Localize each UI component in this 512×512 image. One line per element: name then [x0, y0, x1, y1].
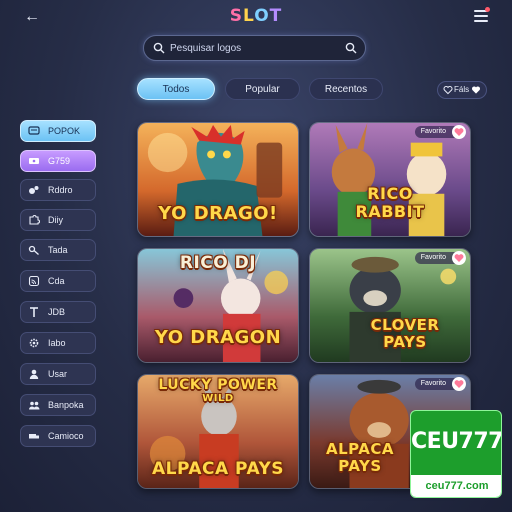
- tab-todos[interactable]: Todos: [137, 78, 215, 100]
- search-submit-icon[interactable]: [345, 42, 357, 54]
- sidebar-item-label: Camioco: [48, 431, 84, 441]
- search-input[interactable]: [170, 39, 340, 57]
- heart-filled-icon[interactable]: [452, 251, 466, 265]
- user-icon: [29, 369, 39, 379]
- heart-filled-icon[interactable]: [452, 377, 466, 391]
- sidebar-item-jdb[interactable]: JDB: [20, 301, 96, 323]
- game-title-top: LUCKY POWER WILD: [138, 378, 298, 406]
- notification-dot: [485, 7, 490, 12]
- heart-filled-icon[interactable]: [452, 125, 466, 139]
- heart-outline-icon: [443, 85, 453, 95]
- favorites-filter-label: Fáls: [454, 85, 470, 94]
- game-card-rico-dj[interactable]: RICO DJ YO DRAGON: [137, 248, 299, 363]
- sidebar-item-usar[interactable]: Usar: [20, 363, 96, 385]
- sidebar-item-label: Usar: [48, 369, 68, 379]
- game-card-rico-rabbit[interactable]: Favorito RICO RABBIT: [309, 122, 471, 237]
- menu-icon[interactable]: [474, 7, 490, 22]
- t-icon: [30, 307, 38, 317]
- sidebar-item-cda[interactable]: Cda: [20, 270, 96, 292]
- logo-letter: T: [269, 6, 283, 26]
- brand-url: ceu777.com: [411, 475, 501, 497]
- gear-icon: [29, 338, 39, 348]
- game-title: YO DRAGO!: [158, 203, 278, 224]
- search-bar: [143, 35, 366, 61]
- game-title-bottom: YO DRAGON: [154, 327, 282, 348]
- sidebar-item-banpoka[interactable]: Banpoka: [20, 394, 96, 416]
- logo-letter: S: [229, 6, 243, 26]
- game-title-line: RABBIT: [355, 202, 425, 221]
- sidebar-item-label: JDB: [48, 307, 66, 317]
- truck-icon: [29, 434, 39, 439]
- favorites-filter-button[interactable]: Fáls: [437, 81, 487, 99]
- sidebar-item-iabo[interactable]: Iabo: [20, 332, 96, 354]
- logo-letter: O: [254, 6, 270, 26]
- sidebar-item-label: G759: [48, 156, 71, 166]
- game-card-clover-pays[interactable]: Favorito CLOVER PAYS: [309, 248, 471, 363]
- sidebar-item-label: POPOK: [48, 126, 81, 136]
- puzzle-icon: [29, 215, 40, 225]
- heart-filled-icon: [471, 86, 481, 94]
- game-card-alpaca-pays[interactable]: LUCKY POWER WILD ALPACA PAYS: [137, 374, 299, 489]
- sidebar-item-tada[interactable]: Tada: [20, 239, 96, 261]
- game-title-line: PAYS: [338, 457, 382, 475]
- logo-letter: L: [242, 6, 255, 26]
- brand-watermark: CEU777 ceu777.com: [410, 410, 502, 498]
- sidebar-item-camioco[interactable]: Camioco: [20, 425, 96, 447]
- sidebar-item-label: Cda: [48, 276, 65, 286]
- sidebar-item-label: Rddro: [48, 185, 73, 195]
- game-title-line: LUCKY POWER: [158, 377, 278, 393]
- app-header: ← SLOT: [0, 0, 512, 34]
- tab-popular[interactable]: Popular: [225, 78, 300, 100]
- game-title: ALPACA PAYS: [310, 441, 410, 475]
- game-title: RICO RABBIT: [310, 185, 470, 221]
- circles-icon: [29, 186, 39, 194]
- sidebar-item-diiy[interactable]: Diiy: [20, 209, 96, 231]
- sidebar-item-label: Diiy: [48, 215, 63, 225]
- sidebar-item-rddro[interactable]: Rddro: [20, 179, 96, 201]
- game-title-line: CLOVER: [370, 316, 440, 334]
- chat-icon: [28, 126, 40, 135]
- game-title-line: ALPACA: [325, 440, 394, 458]
- game-title-line: RICO: [367, 184, 413, 203]
- brand-name: CEU777: [411, 429, 502, 454]
- game-title-line: WILD: [202, 393, 234, 404]
- sidebar-item-label: Tada: [48, 245, 68, 255]
- game-title: CLOVER PAYS: [340, 317, 470, 351]
- sidebar-item-label: Banpoka: [48, 400, 84, 410]
- search-icon: [153, 42, 165, 54]
- people-icon: [29, 401, 40, 410]
- game-title-bottom: ALPACA PAYS: [151, 459, 285, 479]
- sidebar-item-g759[interactable]: G759: [20, 150, 96, 172]
- slot-logo: SLOT: [0, 6, 512, 26]
- key-icon: [28, 245, 39, 255]
- sidebar-item-label: Iabo: [48, 338, 66, 348]
- signal-icon: [28, 275, 40, 287]
- tab-recentes[interactable]: Recentos: [309, 78, 383, 100]
- sidebar-item-popok[interactable]: POPOK: [20, 120, 96, 142]
- game-title-line: PAYS: [383, 333, 427, 351]
- ticket-icon: [29, 158, 39, 164]
- game-title-top: RICO DJ: [179, 253, 257, 273]
- game-card-yo-drago[interactable]: YO DRAGO!: [137, 122, 299, 237]
